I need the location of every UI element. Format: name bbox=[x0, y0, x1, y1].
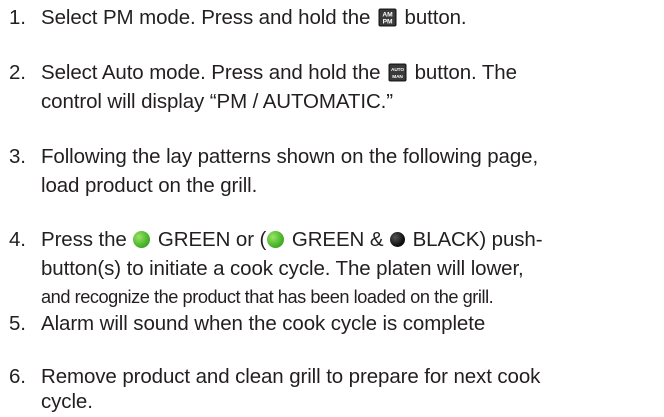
step-text: Following the lay patterns shown on the … bbox=[41, 145, 539, 168]
icon-label-top: AM bbox=[382, 12, 393, 19]
step-number: 2. bbox=[9, 61, 26, 84]
step-number: 4. bbox=[9, 228, 26, 251]
am-pm-button-icon: AM PM bbox=[378, 8, 397, 27]
step-text: Select PM mode. Press and hold the AM PM… bbox=[41, 6, 467, 29]
step-text-continued: button(s) to initiate a cook cycle. The … bbox=[41, 257, 524, 280]
green-button-icon bbox=[267, 231, 285, 248]
step-number: 3. bbox=[9, 145, 26, 168]
icon-label-bottom: MAN bbox=[392, 74, 403, 80]
green-button-icon bbox=[133, 231, 151, 248]
icon-label-bottom: PM bbox=[383, 19, 393, 26]
black-button-icon bbox=[390, 232, 406, 247]
step-text-continued: load product on the grill. bbox=[41, 174, 258, 197]
icon-label-top: AUTO bbox=[391, 67, 404, 73]
step-number: 6. bbox=[9, 365, 26, 388]
step-text: Select Auto mode. Press and hold the AUT… bbox=[41, 61, 517, 84]
step-text-continued: control will display “PM / AUTOMATIC.” bbox=[41, 90, 393, 113]
step-text: Alarm will sound when the cook cycle is … bbox=[41, 312, 486, 335]
step-text-continued: and recognize the product that has been … bbox=[41, 287, 494, 307]
step-number: 5. bbox=[9, 312, 26, 335]
step-number: 1. bbox=[9, 6, 26, 29]
step-text-continued: cycle. bbox=[41, 390, 93, 413]
auto-man-button-icon: AUTO MAN bbox=[388, 63, 407, 82]
step-text: Press the GREEN or ( GREEN & BLACK) push… bbox=[41, 228, 543, 251]
step-text: Remove product and clean grill to prepar… bbox=[41, 365, 541, 388]
